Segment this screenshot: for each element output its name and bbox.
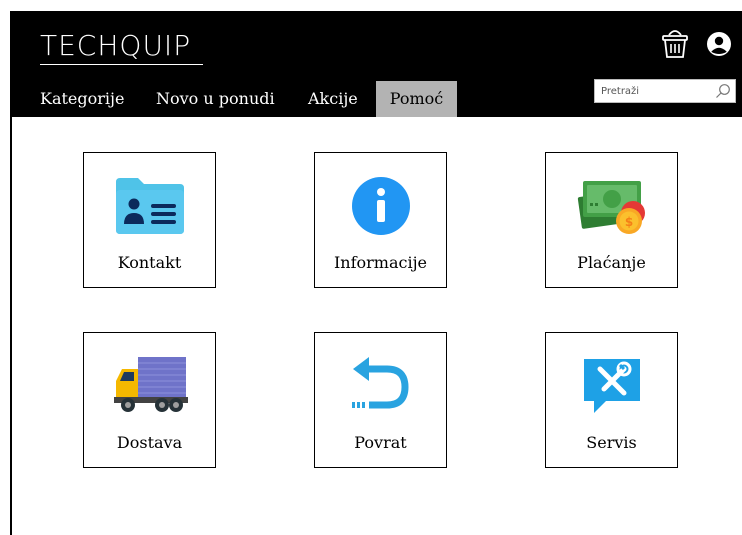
help-card-label: Plaćanje [577,253,646,272]
logo-underline [40,64,203,65]
search-icon[interactable] [715,83,731,99]
money-icon: $ [546,173,677,239]
info-icon [315,173,446,239]
nav-item-novo-u-ponudi[interactable]: Novo u ponudi [156,81,275,117]
nav-item-kategorije[interactable]: Kategorije [40,81,124,117]
help-card-servis[interactable]: Servis [545,332,678,468]
shopping-basket-icon[interactable] [660,25,690,61]
search-input[interactable] [601,82,711,100]
return-arrow-icon [315,353,446,419]
site-logo[interactable]: TECHQUIP [40,29,191,62]
service-tools-icon [546,353,677,419]
help-card-informacije[interactable]: Informacije [314,152,447,288]
search-box [594,79,736,103]
help-card-label: Dostava [116,433,183,452]
nav-item-pomoc[interactable]: Pomoć [376,81,457,117]
help-card-label: Kontakt [117,253,182,272]
help-card-dostava[interactable]: Dostava [83,332,216,468]
nav-item-akcije[interactable]: Akcije [308,81,358,117]
help-card-label: Povrat [354,433,407,452]
svg-text:$: $ [624,215,632,229]
site-header: TECHQUIP Kategorije Novo u ponudi Akcije… [10,11,742,117]
delivery-truck-icon [84,353,215,419]
user-account-icon[interactable] [706,31,732,57]
contact-card-icon [84,173,215,239]
help-card-kontakt[interactable]: Kontakt [83,152,216,288]
help-card-label: Informacije [333,253,428,272]
help-card-label: Servis [586,433,637,452]
help-card-placanje[interactable]: $ Plaćanje [545,152,678,288]
help-card-povrat[interactable]: Povrat [314,332,447,468]
